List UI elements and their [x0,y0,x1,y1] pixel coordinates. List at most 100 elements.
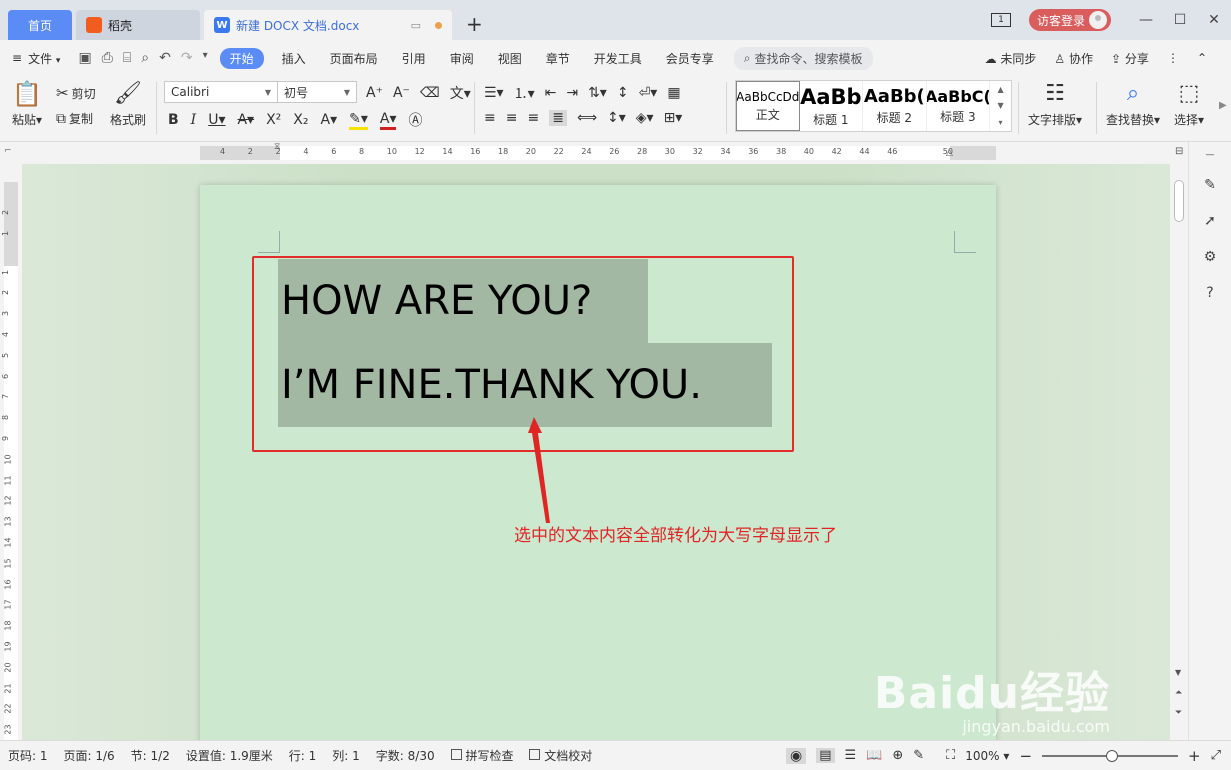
zoom-slider[interactable] [1042,749,1179,762]
increase-font-icon[interactable]: A⁺ [366,85,383,101]
screen-icon[interactable]: ▭ [411,19,421,32]
table-format-icon[interactable]: ▦ [667,85,680,101]
web-view-icon[interactable]: ⊕ [892,748,903,763]
find-replace-button[interactable]: ⌕ 查找替换▾ [1106,80,1160,128]
document-workspace[interactable]: HOW ARE YOU? I’M FINE.THANK YOU. 选中的文本内容… [22,164,1170,740]
text-layout-button[interactable]: ☷ 文字排版▾ [1028,80,1082,128]
zoom-slider-knob[interactable] [1106,749,1119,762]
doc-proof-button[interactable]: 文档校对 [521,747,600,764]
collaborate-button[interactable]: ♙ 协作 [1054,50,1093,67]
show-marks-icon[interactable]: ⏎▾ [639,85,658,101]
reading-view-icon[interactable]: 📖 [866,748,882,763]
justify-icon[interactable]: ≣ [549,110,567,126]
save-icon[interactable]: ▣ [78,50,91,66]
italic-icon[interactable]: I [191,112,197,128]
chevron-down-icon[interactable]: ▼ [997,101,1003,110]
style-normal[interactable]: AaBbCcDd 正文 [736,81,800,131]
minimize-icon[interactable]: — [1129,12,1163,28]
increase-indent-icon[interactable]: ⇥ [566,85,578,101]
new-tab-button[interactable]: + [466,12,483,36]
borders-icon[interactable]: ⊞▾ [664,110,683,126]
undo-icon[interactable]: ↶ [159,50,171,66]
horizontal-ruler[interactable]: ⌐ ⧖ △ 4 2 2 4 6 8 10 12 14 16 18 20 22 24 26 28 30 32 34 36… [0,142,1172,164]
tab-chapter[interactable]: 章节 [534,50,582,67]
tab-document[interactable]: W 新建 DOCX 文档.docx ▭ [204,10,452,40]
vertical-scrollbar[interactable]: ⊟ ▼ ⏶ ⏷ [1170,142,1188,740]
pinyin-guide-icon[interactable]: 文▾ [450,83,471,103]
chevron-up-icon[interactable]: ▲ [997,85,1003,94]
split-view-icon[interactable]: ⊟ [1175,146,1183,157]
fit-page-icon[interactable]: ⛶ [946,748,955,763]
tab-view[interactable]: 视图 [486,50,534,67]
char-border-icon[interactable]: Ⓐ [408,110,422,130]
menu-file[interactable]: 文件 ▾ [26,50,72,67]
format-painter-button[interactable]: 🖌 格式刷 [110,80,146,128]
bold-icon[interactable]: B [168,112,179,128]
shading-icon[interactable]: ◈▾ [636,110,654,126]
style-heading-2[interactable]: AaBb( 标题 2 [863,81,927,131]
strikethrough-icon[interactable]: A▾ [237,112,254,128]
more-options-icon[interactable]: ⋮ [1167,51,1179,65]
status-page-number[interactable]: 页码: 1 [0,747,56,764]
align-right-icon[interactable]: ≡ [527,110,539,126]
decrease-font-icon[interactable]: A⁻ [393,85,410,101]
highlight-icon[interactable]: ✎▾ [349,111,368,130]
hamburger-menu-icon[interactable]: ≡ [0,51,26,65]
tab-page-layout[interactable]: 页面布局 [318,50,390,67]
command-search-input[interactable]: ⌕ 查找命令、搜索模板 [733,46,873,70]
text-effect-icon[interactable]: A▾ [321,112,338,128]
window-count-badge[interactable]: 1 [990,13,1011,27]
decrease-indent-icon[interactable]: ⇤ [545,85,557,101]
pointer-icon[interactable]: ➚ [1201,212,1219,230]
numbered-list-icon[interactable]: ⒈▾ [514,83,535,103]
tab-references[interactable]: 引用 [390,50,438,67]
tab-start[interactable]: 开始 [219,47,264,69]
scroll-down-icon[interactable]: ▼ [1175,668,1181,677]
status-pages[interactable]: 页面: 1/6 [56,747,123,764]
tab-member[interactable]: 会员专享 [654,50,726,67]
style-heading-3[interactable]: AaBbC( 标题 3 [927,81,991,131]
print-preview-icon[interactable]: ⌕ [141,50,149,66]
tab-daoke[interactable]: 稻壳 [76,10,200,40]
collapse-ribbon-icon[interactable]: ⌃ [1197,51,1207,65]
clear-format-icon[interactable]: ⌫ [420,85,440,101]
ribbon-scroll-right-icon[interactable]: ▶ [1219,100,1227,111]
change-case-icon[interactable]: ⇅▾ [588,85,607,101]
status-row[interactable]: 行: 1 [281,747,325,764]
write-view-icon[interactable]: ✎ [913,748,924,763]
sync-status[interactable]: ☁ 未同步 [985,50,1037,67]
style-heading-1[interactable]: AaBb 标题 1 [800,81,864,131]
copy-button[interactable]: ⧉ 复制 [56,110,93,127]
gallery-expand-icon[interactable]: ▾ [999,118,1003,127]
tab-review[interactable]: 审阅 [438,50,486,67]
zoom-in-button[interactable]: + [1188,747,1201,765]
vertical-ruler[interactable]: 2 1 1 2 3 4 5 6 7 8 9 10 11 12 13 14 15 16 17 18 19 20 21 22 23 [0,164,22,742]
tab-developer[interactable]: 开发工具 [582,50,654,67]
customize-chevron-icon[interactable]: ▾ [203,50,208,66]
settings-sliders-icon[interactable]: ⚙ [1201,248,1219,266]
redo-icon[interactable]: ↷ [181,50,193,66]
underline-icon[interactable]: U▾ [208,112,225,128]
zoom-out-button[interactable]: − [1019,747,1032,765]
next-page-icon[interactable]: ⏷ [1175,708,1182,718]
distributed-icon[interactable]: ⟺ [577,110,597,126]
paste-button[interactable]: 📋 粘贴▾ [12,80,42,128]
sort-icon[interactable]: ↕ [617,85,629,101]
superscript-icon[interactable]: X² [266,112,281,128]
prev-page-icon[interactable]: ⏶ [1175,688,1182,698]
font-color-icon[interactable]: A▾ [379,111,397,130]
help-icon[interactable]: ? [1201,284,1219,302]
font-size-select[interactable]: 初号 ▼ [277,81,357,103]
gallery-scroll[interactable]: ▲ ▼ ▾ [990,81,1011,131]
export-icon[interactable]: ⎙ [102,50,113,66]
cut-button[interactable]: ✂ 剪切 [56,84,96,102]
outline-view-icon[interactable]: ☰ [845,748,857,763]
tab-home[interactable]: 首页 [8,10,72,40]
align-center-icon[interactable]: ≡ [506,110,518,126]
font-name-select[interactable]: Calibri ▼ [164,81,278,103]
close-icon[interactable]: ✕ [1197,12,1231,28]
maximize-icon[interactable]: ☐ [1163,12,1197,28]
guest-login-button[interactable]: 访客登录 [1028,9,1111,31]
select-button[interactable]: ⬚ 选择▾ [1174,80,1204,128]
eye-protection-icon[interactable]: ◉ [786,747,807,764]
